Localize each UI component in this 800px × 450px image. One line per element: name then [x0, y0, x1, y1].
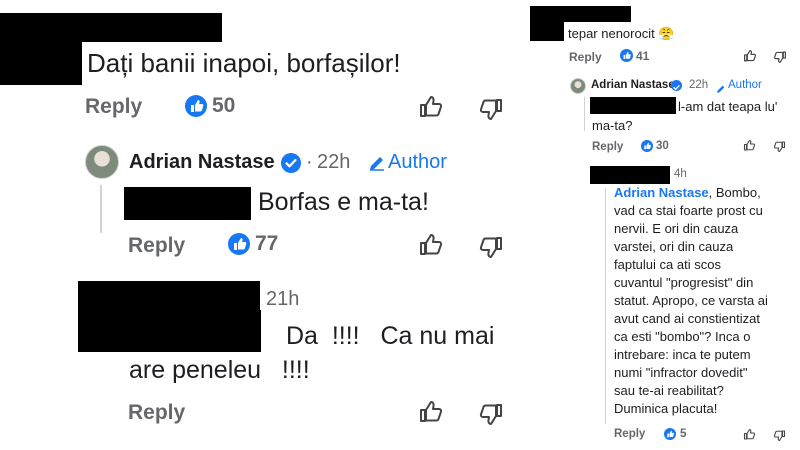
- like-count: 5: [680, 428, 687, 440]
- like-count: 41: [636, 49, 650, 63]
- comment-text-line1: Da !!!! Ca nu mai: [286, 322, 495, 350]
- thumbs-up-icon[interactable]: [418, 232, 444, 258]
- verified-icon: [281, 153, 301, 173]
- timestamp: 22h: [317, 151, 351, 173]
- comment-text: tepar nenorocit 😤: [568, 26, 675, 42]
- like-count: 30: [656, 140, 669, 152]
- thread-line: [605, 188, 606, 424]
- redacted-mention: [590, 97, 676, 114]
- avatar[interactable]: [85, 145, 119, 179]
- comment-line: varstei, ori din cauza: [614, 239, 734, 254]
- like-count: 77: [255, 232, 279, 255]
- thumbs-down-icon[interactable]: [773, 50, 787, 64]
- comment-line: Duminica placuta!: [614, 401, 718, 416]
- like-badge-icon: [620, 49, 633, 62]
- reply-button[interactable]: Reply: [128, 234, 185, 258]
- thumbs-down-icon[interactable]: [478, 96, 504, 122]
- like-badge-icon: [664, 428, 676, 440]
- comment-line: intrebare: inca te putem: [614, 347, 751, 362]
- avatar[interactable]: [570, 78, 586, 94]
- like-badge-icon: [641, 140, 653, 152]
- comment-first-line: Adrian Nastase, Bombo,: [614, 185, 761, 200]
- comment-line: ca esti "bombo"? Inca o: [614, 329, 751, 344]
- thumbs-up-icon[interactable]: [418, 399, 444, 425]
- redacted-avatar: [530, 6, 564, 41]
- comment-line: sau te-ai reabilitat?: [614, 383, 724, 398]
- verified-icon: [671, 80, 682, 91]
- thumbs-up-icon[interactable]: [418, 94, 444, 120]
- timestamp: 22h: [689, 79, 709, 91]
- comment-line: vad ca stai foarte prost cu: [614, 203, 763, 218]
- author-badge: Author: [728, 79, 762, 91]
- thumbs-down-icon[interactable]: [478, 401, 504, 427]
- thread-line: [100, 185, 102, 233]
- reply-button[interactable]: Reply: [128, 401, 185, 425]
- reply-button[interactable]: Reply: [569, 50, 602, 64]
- timestamp: 4h: [674, 168, 687, 180]
- dot-separator: ·: [306, 151, 313, 173]
- like-count: 50: [212, 94, 236, 117]
- thumbs-up-icon[interactable]: [743, 49, 757, 63]
- reply-button[interactable]: Reply: [614, 428, 645, 440]
- thumbs-down-icon[interactable]: [773, 429, 786, 442]
- comment-text-content: tepar nenorocit: [568, 26, 655, 41]
- comment-text-line2: are peneleu !!!!: [129, 356, 310, 384]
- comment-line: numi "infractor dovedit": [614, 365, 748, 380]
- comment-text-part: , Bombo,: [708, 185, 761, 200]
- comment-line: nervii. E ori din cauza: [614, 221, 739, 236]
- comment-text-line2: ma-ta?: [592, 118, 633, 133]
- author-name[interactable]: Adrian Nastase: [129, 151, 275, 174]
- comment-line: cuvantul "progresist" din: [614, 275, 754, 290]
- mention-link[interactable]: Adrian Nastase: [614, 185, 709, 200]
- comment-text: Dați banii inapoi, borfașilor!: [87, 48, 401, 78]
- reply-button[interactable]: Reply: [85, 95, 142, 119]
- like-badge-icon: [185, 95, 207, 117]
- thumbs-up-icon[interactable]: [743, 428, 756, 441]
- thumbs-up-icon[interactable]: [743, 139, 756, 152]
- author-badge: Author: [388, 151, 447, 173]
- redacted-username: [590, 166, 670, 184]
- comment-line: avut cand ai constientizat: [614, 311, 760, 326]
- thumbs-down-icon[interactable]: [773, 140, 786, 153]
- thread-line: [584, 97, 585, 131]
- author-name[interactable]: Adrian Nastase: [591, 79, 675, 91]
- pencil-icon: [716, 81, 726, 99]
- comment-text-line1: l-am dat teapa lu': [678, 99, 778, 114]
- comment-line: faptului ca ati scos: [614, 257, 721, 272]
- redacted-mention: [124, 187, 251, 220]
- reply-button[interactable]: Reply: [592, 141, 623, 153]
- angry-emoji-icon: 😤: [658, 26, 675, 41]
- comment-text: Borfas e ma-ta!: [258, 188, 429, 216]
- comment-line: statut. Apropo, ce varsta ai: [614, 293, 768, 308]
- like-badge-icon: [228, 233, 250, 255]
- pencil-icon: [368, 154, 386, 177]
- redacted-avatar: [0, 13, 82, 85]
- redacted-mention: [78, 310, 261, 352]
- timestamp: 21h: [266, 288, 300, 310]
- thumbs-down-icon[interactable]: [478, 234, 504, 260]
